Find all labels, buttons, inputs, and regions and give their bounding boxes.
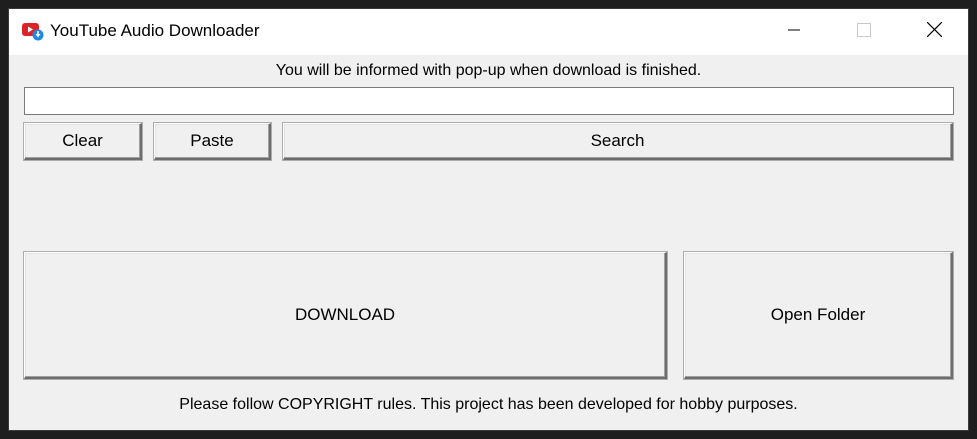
- paste-button[interactable]: Paste: [154, 123, 271, 160]
- close-button[interactable]: [899, 9, 969, 55]
- minimize-icon: [788, 23, 800, 41]
- download-button[interactable]: DOWNLOAD: [24, 252, 667, 379]
- maximize-icon: [857, 22, 871, 42]
- maximize-button[interactable]: [829, 9, 899, 55]
- close-icon: [926, 21, 942, 42]
- youtube-download-icon: [22, 23, 44, 41]
- window-title: YouTube Audio Downloader: [50, 21, 260, 40]
- minimize-button[interactable]: [759, 9, 829, 55]
- search-button[interactable]: Search: [283, 123, 953, 160]
- info-message: You will be informed with pop-up when do…: [275, 62, 702, 79]
- open-folder-button[interactable]: Open Folder: [684, 252, 953, 379]
- title-bar[interactable]: YouTube Audio Downloader: [9, 9, 968, 55]
- copyright-notice: Please follow COPYRIGHT rules. This proj…: [179, 396, 798, 413]
- app-window: YouTube Audio Downloader You will be inf…: [8, 8, 969, 431]
- url-input[interactable]: [24, 87, 954, 115]
- clear-button[interactable]: Clear: [24, 123, 142, 160]
